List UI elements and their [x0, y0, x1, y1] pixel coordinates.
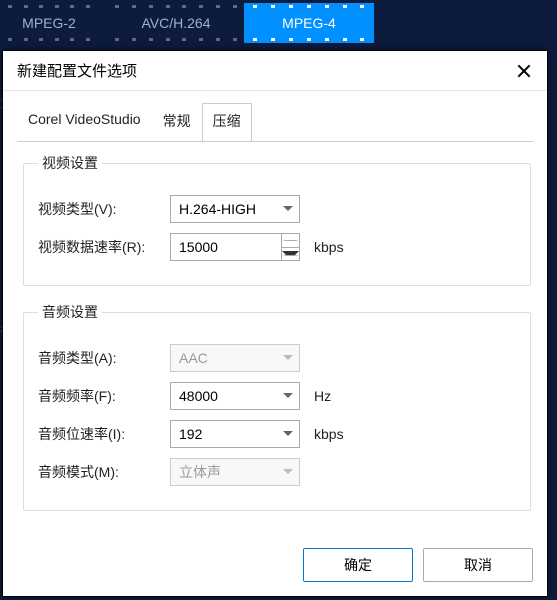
audio-freq-select[interactable]: 48000 [170, 382, 300, 410]
audio-bitrate-value: 192 [179, 426, 202, 442]
audio-type-select: AAC [170, 344, 300, 372]
audio-type-label: 音频类型(A): [38, 348, 170, 368]
format-tab-label: AVC/H.264 [124, 15, 228, 31]
audio-mode-value: 立体声 [179, 462, 221, 482]
video-rate-unit: kbps [314, 239, 344, 255]
audio-bitrate-label: 音频位速率(I): [38, 424, 170, 444]
cancel-button[interactable]: 取消 [423, 548, 533, 582]
video-rate-label: 视频数据速率(R): [38, 237, 170, 257]
video-type-select[interactable]: H.264-HIGH [170, 195, 300, 223]
tab-underline [17, 141, 533, 142]
tab-content: 视频设置 视频类型(V): H.264-HIGH 视频数据速率(R): 1500… [3, 141, 547, 538]
audio-bitrate-unit: kbps [314, 426, 344, 442]
dialog-title: 新建配置文件选项 [17, 60, 137, 81]
titlebar: 新建配置文件选项 [3, 51, 547, 91]
audio-mode-label: 音频模式(M): [38, 462, 170, 482]
ok-button[interactable]: 确定 [303, 548, 413, 582]
format-tab-label: MPEG-4 [262, 15, 356, 31]
format-tab-avc[interactable]: AVC/H.264 [106, 3, 246, 43]
spin-up-button[interactable] [282, 234, 299, 248]
profile-options-dialog: 新建配置文件选项 Corel VideoStudio 常规 压缩 视频设置 视频… [2, 50, 548, 597]
tab-general[interactable]: 常规 [152, 103, 202, 141]
chevron-down-icon [283, 431, 293, 437]
format-tab-mpeg4[interactable]: MPEG-4 [244, 3, 374, 43]
format-tab-label: MPEG-2 [18, 15, 80, 31]
audio-mode-select: 立体声 [170, 458, 300, 486]
spin-down-button[interactable] [282, 248, 299, 261]
audio-legend: 音频设置 [38, 302, 102, 322]
video-rate-value: 15000 [179, 239, 218, 255]
video-settings-group: 视频设置 视频类型(V): H.264-HIGH 视频数据速率(R): 1500… [23, 153, 531, 286]
chevron-down-icon [283, 206, 293, 212]
format-tabs: MPEG-2 AVC/H.264 MPEG-4 [0, 0, 557, 45]
video-type-value: H.264-HIGH [179, 201, 256, 217]
audio-bitrate-select[interactable]: 192 [170, 420, 300, 448]
video-legend: 视频设置 [38, 153, 102, 173]
chevron-down-icon [283, 393, 293, 399]
tab-corel[interactable]: Corel VideoStudio [17, 103, 152, 141]
audio-freq-label: 音频频率(F): [38, 386, 170, 406]
triangle-down-icon [282, 251, 299, 256]
audio-settings-group: 音频设置 音频类型(A): AAC 音频频率(F): 48000 Hz 音频位速… [23, 302, 531, 511]
video-type-label: 视频类型(V): [38, 199, 170, 219]
chevron-down-icon [283, 469, 293, 475]
tab-compress[interactable]: 压缩 [202, 103, 252, 141]
audio-type-value: AAC [179, 350, 208, 366]
dialog-footer: 确定 取消 [3, 538, 547, 596]
audio-freq-unit: Hz [314, 388, 331, 404]
close-icon[interactable] [515, 61, 535, 81]
dialog-tabs: Corel VideoStudio 常规 压缩 [3, 91, 547, 141]
chevron-down-icon [283, 355, 293, 361]
format-tab-mpeg2[interactable]: MPEG-2 [0, 3, 98, 43]
video-rate-input[interactable]: 15000 [170, 233, 300, 261]
audio-freq-value: 48000 [179, 388, 218, 404]
triangle-up-icon [282, 240, 299, 241]
